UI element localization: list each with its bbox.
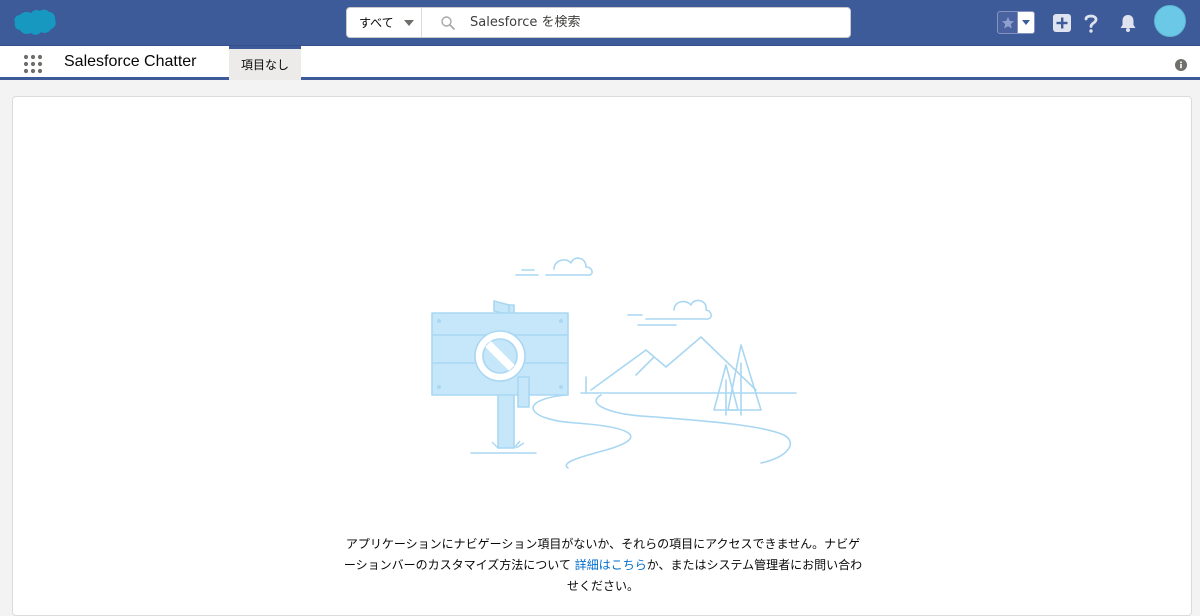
user-avatar[interactable] [1154, 5, 1186, 37]
search-input[interactable] [470, 15, 830, 30]
star-icon [1001, 16, 1014, 28]
plus-icon [1053, 14, 1071, 32]
favorites-menu-button[interactable] [1018, 11, 1035, 34]
empty-state-message: アプリケーションにナビゲーション項目がないか、それらの項目にアクセスできません。… [343, 534, 863, 597]
salesforce-logo[interactable] [14, 8, 56, 38]
app-nav-bar: Salesforce Chatter 項目なし [0, 46, 1200, 80]
global-actions-button[interactable] [1051, 12, 1073, 34]
info-icon[interactable] [1175, 59, 1187, 71]
global-header: すべて [0, 0, 1200, 46]
question-mark-icon [1084, 14, 1098, 33]
favorites-button[interactable] [997, 11, 1018, 34]
favorites-group [997, 11, 1039, 34]
help-button[interactable] [1080, 12, 1102, 34]
global-search: すべて [346, 7, 851, 38]
empty-state-card: アプリケーションにナビゲーション項目がないか、それらの項目にアクセスできません。… [12, 96, 1192, 616]
bell-icon [1120, 15, 1136, 32]
chevron-down-icon [403, 19, 414, 26]
chevron-down-icon [1022, 20, 1030, 25]
app-launcher-icon[interactable] [23, 54, 43, 74]
app-name: Salesforce Chatter [64, 53, 197, 70]
search-icon [441, 15, 455, 30]
search-scope-dropdown[interactable]: すべて [347, 8, 422, 37]
learn-more-link[interactable]: 詳細はこちら [575, 558, 647, 572]
notifications-button[interactable] [1117, 12, 1139, 34]
nav-tab-no-items[interactable]: 項目なし [229, 46, 301, 80]
signpost-illustration [431, 257, 797, 469]
search-scope-label: すべて [359, 16, 394, 30]
